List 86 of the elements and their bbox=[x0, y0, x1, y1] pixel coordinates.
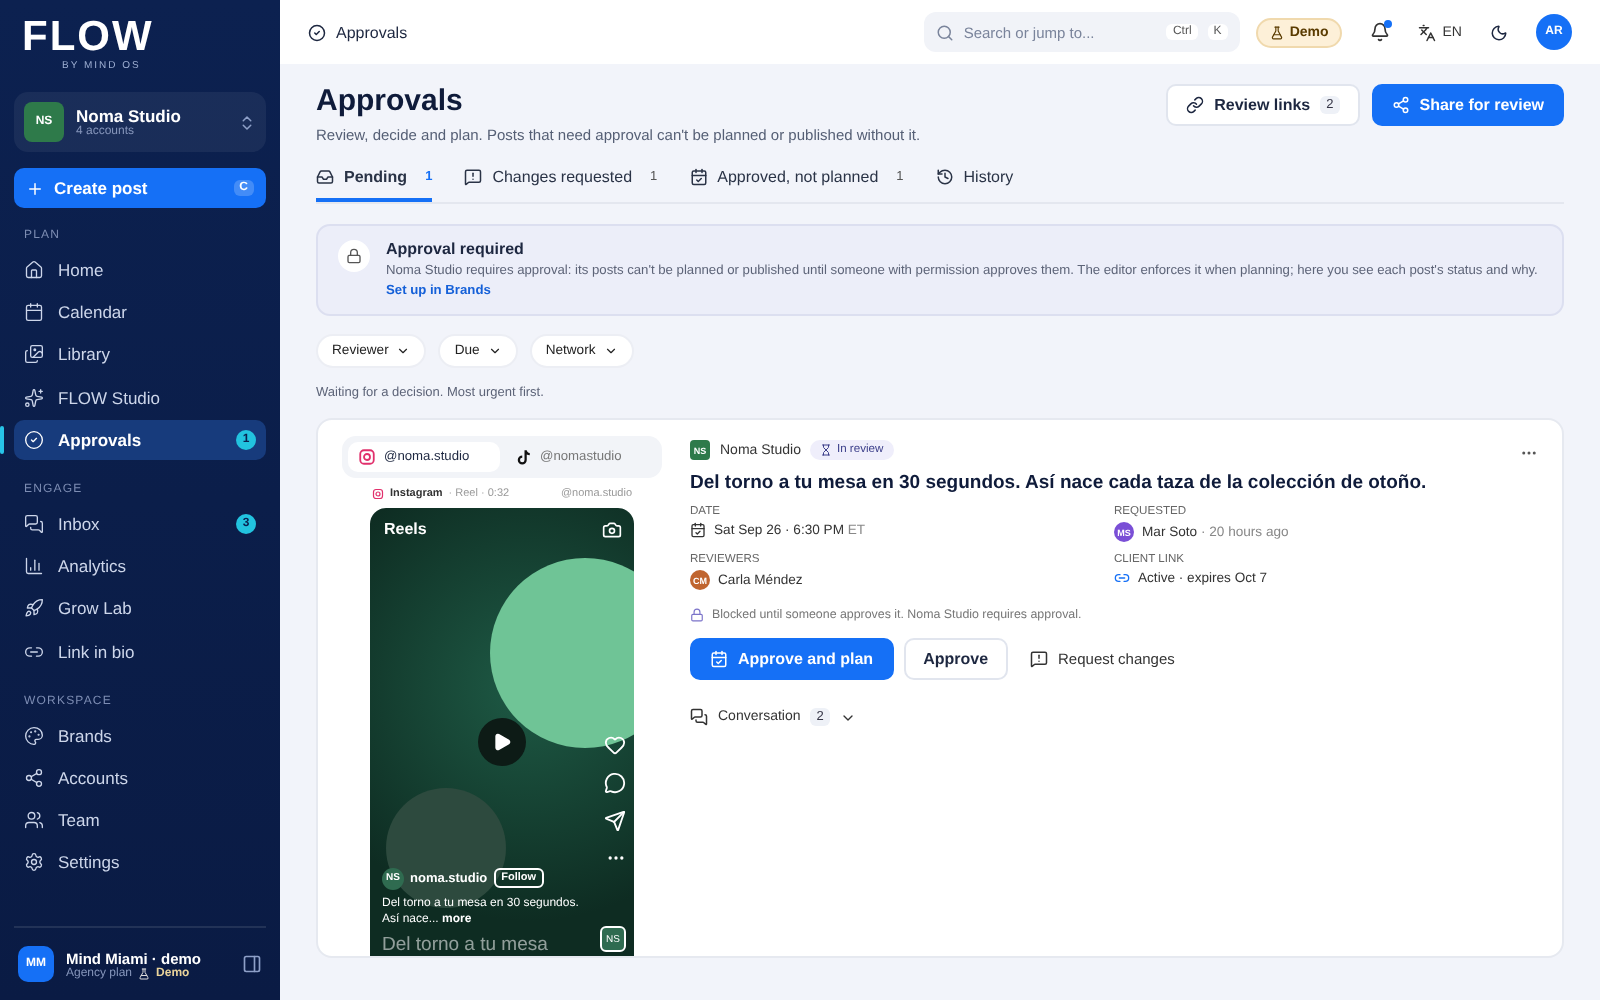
nav-item[interactable]: FLOW Studio bbox=[14, 377, 266, 418]
flask-icon bbox=[1269, 25, 1284, 39]
nav-label: FLOW Studio bbox=[58, 387, 161, 408]
nav-label: Inbox bbox=[58, 513, 100, 534]
lock-icon bbox=[690, 608, 704, 623]
nav-label: Analytics bbox=[58, 556, 127, 577]
search-icon bbox=[935, 23, 954, 41]
plus-icon bbox=[26, 179, 44, 197]
calendar-check-icon bbox=[710, 650, 728, 669]
chevron-down-icon bbox=[396, 344, 411, 359]
nav-label: Approvals bbox=[58, 429, 142, 450]
nav-label: Library bbox=[58, 344, 110, 365]
tab[interactable]: History bbox=[935, 168, 1014, 202]
share-for-review-button[interactable]: Share for review bbox=[1371, 84, 1564, 126]
play-icon bbox=[492, 732, 512, 753]
chevrons-icon bbox=[238, 113, 256, 131]
moon-icon[interactable] bbox=[1490, 23, 1508, 41]
nav-label: Home bbox=[58, 260, 104, 280]
home-icon bbox=[24, 260, 44, 280]
notifications-button[interactable] bbox=[1370, 22, 1391, 42]
nav-label: Calendar bbox=[58, 302, 127, 323]
nav-item[interactable]: Grow Lab bbox=[14, 588, 266, 629]
nav-item[interactable]: Brands bbox=[14, 715, 266, 756]
calendar-icon bbox=[690, 522, 706, 539]
heart-icon[interactable] bbox=[604, 734, 626, 757]
video-overlay-text: Del torno a tu mesa bbox=[382, 935, 550, 957]
rocket-icon bbox=[24, 598, 44, 619]
message-alert-icon bbox=[464, 168, 483, 186]
camera-square-icon bbox=[372, 488, 384, 501]
nav-item[interactable]: Settings bbox=[14, 842, 266, 883]
nav-item[interactable]: Analytics bbox=[14, 546, 266, 587]
workspace-name: Noma Studio bbox=[76, 106, 183, 126]
notice-title: Approval required bbox=[386, 240, 526, 258]
nav-label: Team bbox=[58, 810, 100, 831]
active-indicator bbox=[0, 425, 4, 454]
images-icon bbox=[24, 344, 44, 365]
approve-and-plan-button[interactable]: Approve and plan bbox=[690, 638, 894, 681]
breadcrumb: Approvals bbox=[308, 23, 408, 41]
message-alert-icon bbox=[1030, 650, 1049, 669]
nav-label: Link in bio bbox=[58, 641, 135, 661]
language-icon bbox=[1418, 23, 1437, 41]
sparkles-icon bbox=[24, 387, 44, 408]
calendar-icon bbox=[24, 302, 44, 323]
link-icon bbox=[1186, 96, 1205, 114]
nav-label: Settings bbox=[58, 852, 120, 873]
send-icon[interactable] bbox=[604, 810, 626, 833]
panel-icon[interactable] bbox=[242, 954, 262, 974]
chat-icon bbox=[24, 513, 44, 534]
logo: FLOW bbox=[20, 16, 156, 58]
post-title: Del torno a tu mesa en 30 segundos. Así nace cada taza de la colección de otoño. bbox=[690, 472, 1429, 495]
nav-item[interactable]: Link in bio bbox=[14, 631, 266, 671]
nav-label: Brands bbox=[58, 725, 112, 746]
nav-item[interactable]: Accounts bbox=[14, 757, 266, 798]
check-circle-icon bbox=[308, 23, 326, 41]
nav-item[interactable]: Library bbox=[14, 334, 266, 375]
nav-item[interactable]: Home bbox=[14, 250, 266, 290]
users-icon bbox=[24, 810, 44, 831]
nav-label: Grow Lab bbox=[58, 598, 132, 619]
share-icon bbox=[1391, 96, 1410, 114]
approve-button[interactable]: Approve bbox=[903, 638, 1009, 681]
nav-item[interactable]: Calendar bbox=[14, 292, 266, 333]
play-button[interactable] bbox=[478, 718, 526, 767]
chevron-down-icon bbox=[603, 344, 618, 359]
music-note-icon bbox=[514, 448, 532, 467]
bell-icon bbox=[1370, 22, 1391, 42]
calendar-check-icon bbox=[689, 168, 708, 186]
chat-icon bbox=[690, 708, 708, 727]
camera-square-icon bbox=[358, 448, 376, 467]
bar-chart-icon bbox=[24, 556, 44, 577]
link-icon bbox=[1114, 570, 1130, 587]
check-circle-icon bbox=[24, 429, 44, 450]
reels-title: Reels bbox=[384, 520, 427, 539]
comment-icon[interactable] bbox=[604, 772, 626, 795]
flask-icon bbox=[138, 967, 151, 979]
lock-icon bbox=[338, 240, 370, 272]
share-icon bbox=[24, 767, 44, 788]
settings-icon bbox=[24, 852, 44, 873]
nav-label: Accounts bbox=[58, 767, 128, 788]
history-icon bbox=[935, 168, 954, 186]
nav-item[interactable]: Team bbox=[14, 800, 266, 841]
link-icon bbox=[24, 641, 44, 661]
palette-icon bbox=[24, 725, 44, 746]
chevron-down-icon bbox=[487, 344, 502, 359]
camera-icon bbox=[602, 520, 622, 541]
inbox-icon bbox=[316, 168, 334, 186]
page-title: Approvals bbox=[316, 84, 465, 118]
